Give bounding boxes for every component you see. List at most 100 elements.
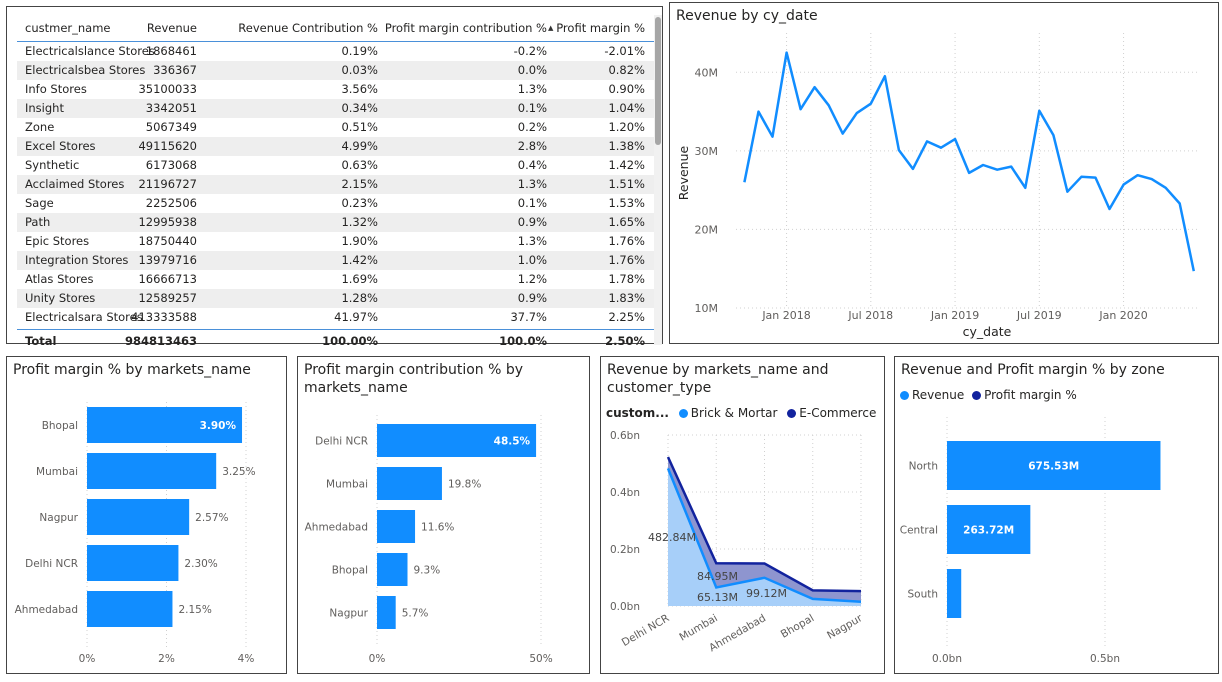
table-row[interactable]: Electricalslance Stores 1868461 0.19% -0.2%…	[17, 42, 655, 61]
y-tick-label: 0.4bn	[610, 487, 640, 499]
table-row[interactable]: Excel Stores 49115620 4.99% 2.8% 1.38%	[17, 137, 655, 156]
table-cell: 1.3%	[517, 177, 547, 191]
table-cell: 100.0%	[499, 334, 547, 348]
table-row[interactable]: Insight 3342051 0.34% 0.1% 1.04%	[17, 99, 655, 118]
table-cell: 1.83%	[608, 291, 645, 305]
table-cell: 1.78%	[608, 272, 645, 286]
table-cell: -0.2%	[513, 44, 547, 58]
table-row[interactable]: Epic Stores 18750440 1.90% 1.3% 1.76%	[17, 232, 655, 251]
pm-by-markets-panel: Profit margin % by markets_name 0% 2% 4% Bh…	[6, 356, 287, 674]
table-row[interactable]: Synthetic 6173068 0.63% 0.4% 1.42%	[17, 156, 655, 175]
table-row[interactable]: Path 12995938 1.32% 0.9% 1.65%	[17, 213, 655, 232]
table-cell: 37.7%	[510, 310, 547, 324]
table-cell: 3342051	[145, 101, 197, 115]
table-row[interactable]: Electricalsara Stores 413333588 41.97% 37.7…	[17, 308, 655, 327]
table-cell: 0.0%	[517, 63, 547, 77]
table-cell: 21196727	[138, 177, 197, 191]
table-cell: 1.28%	[341, 291, 378, 305]
x-tick-label: 0%	[369, 653, 386, 665]
table-cell: Profit margin contribution %	[384, 21, 547, 35]
x-tick-label: Mumbai	[677, 612, 719, 643]
y-tick-label: 0.6bn	[610, 430, 640, 442]
y-tick-label: 40M	[695, 66, 719, 79]
table-row[interactable]: Atlas Stores 16666713 1.69% 1.2% 1.78%	[17, 270, 655, 289]
category-label: Ahmedabad	[15, 604, 78, 616]
table-cell: 1.20%	[608, 120, 645, 134]
bar	[377, 510, 416, 543]
x-tick-label: Jul 2019	[1016, 309, 1062, 322]
customer-table: custmer_name Revenue Revenue Contribution …	[17, 17, 655, 352]
table-scrollbar-thumb[interactable]	[655, 17, 661, 145]
category-label: Mumbai	[326, 479, 368, 491]
table-cell: 0.34%	[341, 101, 378, 115]
table-cell: 0.9%	[517, 291, 547, 305]
table-cell: 16666713	[138, 272, 197, 286]
table-row[interactable]: Sage 2252506 0.23% 0.1% 1.53%	[17, 194, 655, 213]
table-row[interactable]: Acclaimed Stores 21196727 2.15% 1.3% 1.51%	[17, 175, 655, 194]
table-cell: Acclaimed Stores	[25, 177, 125, 191]
table-cell: 0.9%	[517, 215, 547, 229]
table-cell: Excel Stores	[25, 139, 96, 153]
y-tick-label: 0.2bn	[610, 544, 640, 556]
table-row[interactable]: Info Stores 35100033 3.56% 1.3% 0.90%	[17, 80, 655, 99]
category-label: Ahmedabad	[305, 522, 368, 534]
data-label: 675.53M	[1028, 461, 1079, 473]
table-cell: 1.04%	[608, 101, 645, 115]
table-cell: Profit margin %	[556, 21, 645, 35]
table-cell: 2.8%	[517, 139, 547, 153]
data-label: 65.13M	[697, 591, 738, 604]
table-cell: 1.42%	[341, 253, 378, 267]
category-label: Delhi NCR	[315, 436, 368, 448]
table-cell: 0.90%	[608, 82, 645, 96]
data-label: 99.12M	[746, 587, 787, 600]
x-tick-label: 0.5bn	[1090, 653, 1120, 665]
x-tick-label: Jan 2019	[930, 309, 979, 322]
table-row[interactable]: Unity Stores 12589257 1.28% 0.9% 1.83%	[17, 289, 655, 308]
bar	[377, 553, 408, 586]
data-label: 3.25%	[222, 466, 255, 478]
table-cell: Insight	[25, 101, 64, 115]
y-tick-label: 0.0bn	[610, 601, 640, 613]
category-label: North	[909, 461, 938, 473]
table-cell: -2.01%	[604, 44, 645, 58]
x-tick-label: 4%	[238, 653, 255, 665]
data-label: 482.84M	[648, 531, 696, 544]
table-row[interactable]: Electricalsbea Stores 336367 0.03% 0.0% 0.82…	[17, 61, 655, 80]
x-tick-label: Nagpur	[825, 612, 865, 642]
table-row[interactable]: Zone 5067349 0.51% 0.2% 1.20%	[17, 118, 655, 137]
table-cell: 6173068	[145, 158, 197, 172]
category-label: Nagpur	[329, 608, 368, 620]
table-cell: 1.3%	[517, 82, 547, 96]
table-cell: 49115620	[138, 139, 197, 153]
table-cell: 41.97%	[334, 310, 378, 324]
data-label: 48.5%	[494, 436, 531, 448]
table-cell: 12995938	[138, 215, 197, 229]
x-tick-label: Jan 2020	[1098, 309, 1147, 322]
y-axis-label: Revenue	[676, 145, 691, 200]
table-row[interactable]: Integration Stores 13979716 1.42% 1.0% 1.76%	[17, 251, 655, 270]
table-cell: Total	[25, 334, 57, 348]
pm-markets-bar-chart: 0% 2% 4% Bhopal 3.90% Mumbai 3.25% Nagpur 2.57% D…	[15, 402, 256, 665]
revenue-line-chart: 10M 20M 30M 40M Jan 2018 Jul 2018 Jan 2019 Jul …	[676, 33, 1198, 339]
sort-ascending-icon[interactable]: ▲	[548, 24, 553, 32]
category-label: Bhopal	[42, 420, 78, 432]
table-cell: 13979716	[138, 253, 197, 267]
table-cell: 18750440	[138, 234, 197, 248]
data-label: 2.15%	[178, 604, 211, 616]
bar	[377, 596, 396, 629]
data-label: 2.30%	[184, 558, 217, 570]
table-cell: 2.25%	[608, 310, 645, 324]
table-cell: Revenue Contribution %	[238, 21, 378, 35]
table-cell: 0.2%	[517, 120, 547, 134]
table-cell: Electricalslance Stores	[25, 44, 155, 58]
table-cell: Unity Stores	[25, 291, 96, 305]
table-header[interactable]: custmer_name Revenue Revenue Contribution …	[17, 17, 655, 42]
table-cell: 2.15%	[341, 177, 378, 191]
table-cell: 1.90%	[341, 234, 378, 248]
table-cell: 0.51%	[341, 120, 378, 134]
table-cell: 0.1%	[517, 101, 547, 115]
y-tick-label: 10M	[695, 302, 719, 315]
table-cell: 1.0%	[517, 253, 547, 267]
table-cell: Zone	[25, 120, 55, 134]
table-cell: 1.42%	[608, 158, 645, 172]
